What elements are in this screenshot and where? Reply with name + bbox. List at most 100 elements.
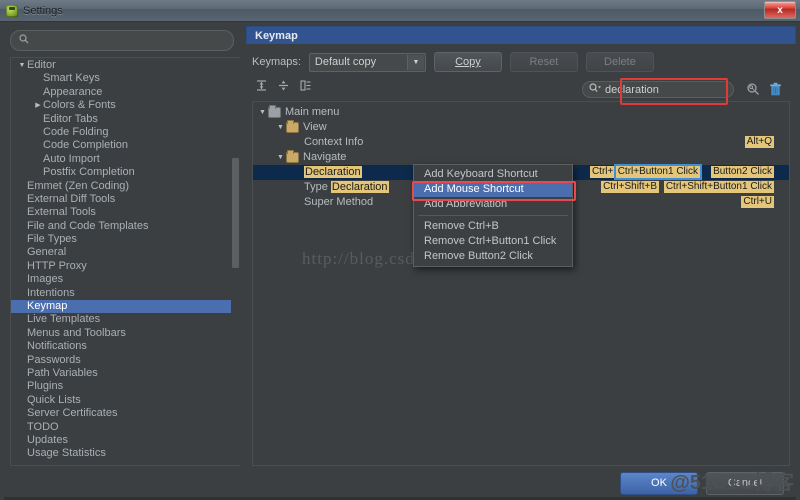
menu-item-remove-ctrl-button1-click[interactable]: Remove Ctrl+Button1 Click	[414, 234, 572, 249]
sidebar-item-live-templates[interactable]: Live Templates	[11, 313, 240, 326]
sidebar-item-label: Emmet (Zen Coding)	[27, 180, 129, 193]
chevron-down-icon[interactable]: ▼	[17, 59, 27, 72]
keymap-row-label: Super Method	[304, 195, 373, 210]
chevron-right-icon[interactable]: ▶	[33, 99, 43, 112]
sidebar-item-label: General	[27, 246, 66, 259]
search-input[interactable]	[34, 34, 225, 48]
sidebar-item-colors-fonts[interactable]: ▶Colors & Fonts	[11, 99, 240, 112]
menu-item-remove-ctrl-b[interactable]: Remove Ctrl+B	[414, 219, 572, 234]
keymap-toolbar: Keymaps: Default copy ▼ Copy Reset Delet…	[252, 52, 790, 72]
copy-button-label: Copy	[455, 56, 481, 68]
sidebar-item-editor[interactable]: ▼Editor	[11, 59, 240, 72]
keymap-row-main-menu[interactable]: ▼ Main menu	[253, 105, 789, 120]
sidebar-item-emmet-zen-coding[interactable]: Emmet (Zen Coding)	[11, 180, 240, 193]
shortcut-badge[interactable]: Ctrl+Shift+Button1 Click	[664, 181, 774, 193]
keymap-tree: ▼Main menu▼ViewContext Info▼NavigateDecl…	[252, 101, 790, 466]
chevron-down-icon[interactable]: ▼	[275, 150, 286, 165]
sidebar-item-smart-keys[interactable]: Smart Keys	[11, 72, 240, 85]
sidebar-item-server-certificates[interactable]: Server Certificates	[11, 407, 240, 420]
keymap-select[interactable]: Default copy ▼	[309, 53, 426, 72]
cancel-button[interactable]: Cancel	[706, 472, 784, 495]
sidebar-item-general[interactable]: General	[11, 246, 240, 259]
sidebar-item-todo[interactable]: TODO	[11, 421, 240, 434]
close-icon[interactable]: x	[764, 1, 796, 19]
menu-item-add-mouse-shortcut[interactable]: Add Mouse Shortcut	[414, 182, 572, 197]
sidebar-item-external-tools[interactable]: External Tools	[11, 206, 240, 219]
sidebar-item-label: Quick Lists	[27, 394, 81, 407]
sidebar-item-passwords[interactable]: Passwords	[11, 354, 240, 367]
search-with-dropdown-icon[interactable]	[589, 83, 602, 96]
sidebar-item-updates[interactable]: Updates	[11, 434, 240, 447]
show-hide-keyboard-icon[interactable]	[299, 79, 312, 92]
panel-title: Keymap	[246, 26, 796, 44]
menu-item-add-abbreviation[interactable]: Add Abbreviation	[414, 197, 572, 212]
sidebar-item-http-proxy[interactable]: HTTP Proxy	[11, 260, 240, 273]
chevron-down-icon[interactable]: ▼	[257, 105, 268, 120]
sidebar-item-usage-statistics[interactable]: Usage Statistics	[11, 447, 240, 460]
shortcut-badge[interactable]: Ctrl+Button1 Click	[616, 166, 700, 178]
sidebar-item-auto-import[interactable]: Auto Import	[11, 153, 240, 166]
sidebar-item-images[interactable]: Images	[11, 273, 240, 286]
settings-sidebar: ▼EditorSmart KeysAppearance▶Colors & Fon…	[4, 26, 240, 466]
keymap-row-label: Type Declaration	[304, 180, 389, 195]
sidebar-item-editor-tabs[interactable]: Editor Tabs	[11, 113, 240, 126]
sidebar-search[interactable]	[10, 30, 234, 51]
sidebar-item-label: Usage Statistics	[27, 447, 106, 460]
sidebar-item-notifications[interactable]: Notifications	[11, 340, 240, 353]
shortcut-badge[interactable]: Ctrl+U	[741, 196, 774, 208]
delete-button[interactable]: Delete	[586, 52, 654, 72]
chevron-down-icon[interactable]: ▼	[275, 120, 286, 135]
expand-all-icon[interactable]	[255, 79, 268, 92]
sidebar-item-label: Updates	[27, 434, 68, 447]
reset-button[interactable]: Reset	[510, 52, 578, 72]
sidebar-item-keymap[interactable]: Keymap	[11, 300, 240, 313]
settings-window: Settings x	[0, 0, 800, 500]
sidebar-item-label: Appearance	[43, 86, 102, 99]
filter-actions	[746, 82, 782, 99]
keymap-row-label: Context Info	[304, 135, 363, 150]
search-icon	[19, 34, 29, 47]
sidebar-tree: ▼EditorSmart KeysAppearance▶Colors & Fon…	[10, 57, 240, 466]
collapse-all-icon[interactable]	[277, 79, 290, 92]
ok-button[interactable]: OK	[620, 472, 698, 495]
sidebar-item-partial[interactable]	[11, 461, 240, 465]
sidebar-item-quick-lists[interactable]: Quick Lists	[11, 394, 240, 407]
sidebar-item-label: Live Templates	[27, 313, 100, 326]
find-by-shortcut-icon[interactable]	[746, 82, 760, 99]
reset-button-label: Reset	[530, 56, 559, 68]
sidebar-item-appearance[interactable]: Appearance	[11, 86, 240, 99]
shortcut-badge[interactable]: Ctrl+Shift+B	[601, 181, 659, 193]
sidebar-item-menus-and-toolbars[interactable]: Menus and Toolbars	[11, 327, 240, 340]
shortcut-badge[interactable]: Button2 Click	[711, 166, 774, 178]
keymap-row-navigate[interactable]: ▼Navigate	[253, 150, 789, 165]
sidebar-item-plugins[interactable]: Plugins	[11, 380, 240, 393]
sidebar-scrollbar[interactable]	[231, 58, 240, 465]
sidebar-item-file-types[interactable]: File Types	[11, 233, 240, 246]
sidebar-item-code-completion[interactable]: Code Completion	[11, 139, 240, 152]
sidebar-item-label: Notifications	[27, 340, 87, 353]
shortcut-context-menu[interactable]: Add Keyboard ShortcutAdd Mouse ShortcutA…	[413, 164, 573, 267]
keymap-row-view[interactable]: ▼View	[253, 120, 789, 135]
menu-item-remove-button2-click[interactable]: Remove Button2 Click	[414, 249, 572, 264]
trash-icon[interactable]	[769, 82, 782, 99]
sidebar-item-label: HTTP Proxy	[27, 260, 87, 273]
sidebar-item-label: External Tools	[27, 206, 96, 219]
sidebar-item-code-folding[interactable]: Code Folding	[11, 126, 240, 139]
sidebar-item-label: Smart Keys	[43, 72, 100, 85]
sidebar-item-postfix-completion[interactable]: Postfix Completion	[11, 166, 240, 179]
sidebar-scrollbar-thumb[interactable]	[232, 158, 239, 268]
shortcut-badge[interactable]: Alt+Q	[745, 136, 774, 148]
sidebar-item-file-and-code-templates[interactable]: File and Code Templates	[11, 220, 240, 233]
keymap-row-label: Main menu	[285, 105, 339, 120]
copy-button[interactable]: Copy	[434, 52, 502, 72]
keymap-row-context-info[interactable]: Context Info	[253, 135, 789, 150]
chevron-down-icon[interactable]: ▼	[407, 55, 424, 70]
keymap-filter-search[interactable]: declaration	[582, 81, 734, 98]
sidebar-item-external-diff-tools[interactable]: External Diff Tools	[11, 193, 240, 206]
menu-item-add-keyboard-shortcut[interactable]: Add Keyboard Shortcut	[414, 167, 572, 182]
sidebar-item-path-variables[interactable]: Path Variables	[11, 367, 240, 380]
sidebar-item-label: Plugins	[27, 380, 63, 393]
folder-icon	[286, 152, 299, 163]
sidebar-item-intentions[interactable]: Intentions	[11, 287, 240, 300]
window-titlebar: Settings x	[0, 0, 800, 22]
